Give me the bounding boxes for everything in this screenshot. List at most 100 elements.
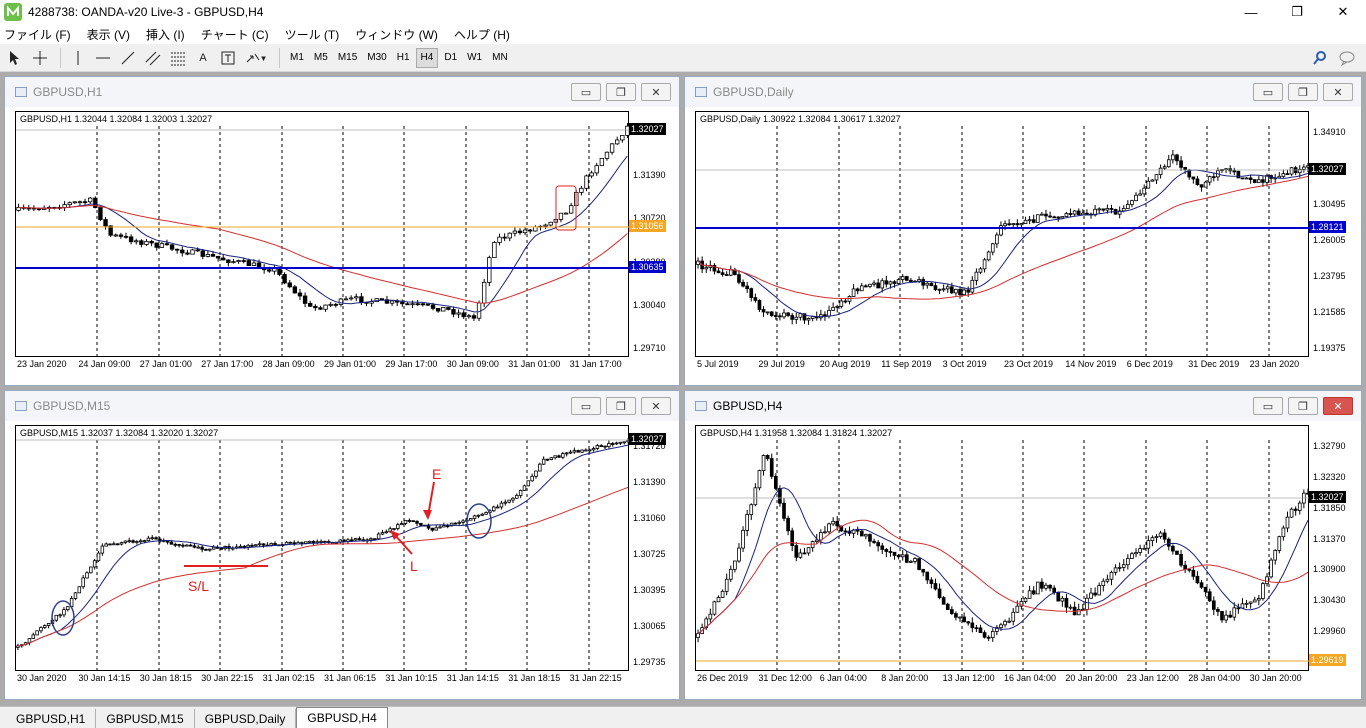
price-axis[interactable]: 1.317301.313901.307201.303801.300401.297… [629, 111, 679, 357]
time-label: 31 Jan 18:15 [508, 673, 561, 683]
chart-maximize-button[interactable]: ❐ [1288, 83, 1318, 101]
highlight-circle [466, 503, 492, 539]
price-axis[interactable]: 1.31720 1.31390 1.31060 1.30725 1.30395 1.300… [629, 425, 679, 671]
restore-button[interactable]: ❐ [1274, 0, 1320, 24]
candle-body [287, 282, 292, 288]
timeframe-mn[interactable]: MN [488, 48, 512, 68]
chart-maximize-button[interactable]: ❐ [606, 397, 636, 415]
vertical-line-icon[interactable] [67, 47, 89, 69]
horizontal-line-icon[interactable] [92, 47, 114, 69]
candle-body [925, 571, 930, 581]
timeframe-h4[interactable]: H4 [415, 47, 439, 68]
candle-body [620, 134, 625, 141]
minimize-button[interactable]: — [1228, 0, 1274, 24]
timeframe-m5[interactable]: M5 [310, 48, 332, 68]
candle-body [970, 622, 975, 629]
chart-canvas[interactable] [696, 112, 1310, 358]
candle-body [1179, 554, 1183, 566]
candle-body [958, 616, 962, 619]
menu-insert[interactable]: 挿入 (I) [146, 26, 185, 43]
tab-gbpusd-m15[interactable]: GBPUSD,M15 [96, 709, 195, 728]
timeframe-w1[interactable]: W1 [463, 48, 486, 68]
tab-gbpusd-h1[interactable]: GBPUSD,H1 [6, 709, 97, 728]
timeframe-h1[interactable]: H1 [393, 48, 414, 68]
candle-body [96, 552, 101, 562]
time-axis[interactable]: 23 Jan 2020 24 Jan 09:00 27 Jan 01:00 27 Ja… [15, 359, 629, 373]
candle-body [246, 544, 250, 548]
menu-help[interactable]: ヘルプ (H) [454, 26, 510, 43]
candle-body [420, 303, 425, 306]
candle-body [1175, 154, 1179, 162]
chart-minimize-button[interactable]: ▭ [571, 397, 601, 415]
chart-maximize-button[interactable]: ❐ [1288, 397, 1318, 415]
chart-canvas[interactable] [16, 112, 630, 358]
timeframe-m30[interactable]: M30 [363, 48, 390, 68]
menu-view[interactable]: 表示 (V) [87, 26, 130, 43]
menu-window[interactable]: ウィンドウ (W) [355, 26, 438, 43]
chart-canvas[interactable] [696, 426, 1310, 672]
price-chart-h4[interactable]: GBPUSD,H4 1.31958 1.32084 1.31824 1.3202… [695, 425, 1310, 672]
chart-minimize-button[interactable]: ▭ [1253, 397, 1283, 415]
chart-window-titlebar[interactable]: GBPUSD,M15 ▭ ❐ ✕ [5, 391, 679, 421]
menu-file[interactable]: ファイル (F) [4, 26, 71, 43]
candle-body [1199, 184, 1204, 188]
chart-minimize-button[interactable]: ▭ [571, 83, 601, 101]
fibonacci-icon[interactable] [167, 47, 189, 69]
chart-maximize-button[interactable]: ❐ [606, 83, 636, 101]
chat-icon[interactable] [1338, 48, 1358, 68]
search-icon[interactable] [1310, 48, 1330, 68]
price-chart-h1[interactable]: GBPUSD,H1 1.32044 1.32084 1.32003 1.3202… [15, 111, 630, 358]
candle-body [369, 538, 373, 541]
crosshair-icon[interactable] [29, 47, 51, 69]
chart-window-h1[interactable]: GBPUSD,H1 ▭ ❐ ✕ GBPUSD,H1 1.32044 1.3208… [4, 76, 680, 386]
chart-window-m15[interactable]: GBPUSD,M15 ▭ ❐ ✕ GBPUSD,M15 1.32037 1.32… [4, 390, 680, 700]
time-axis[interactable]: 26 Dec 2019 31 Dec 12:00 6 Jan 04:00 8 Jan … [695, 673, 1309, 687]
price-chart-m15[interactable]: GBPUSD,M15 1.32037 1.32084 1.32020 1.320… [15, 425, 630, 672]
label-icon[interactable] [217, 47, 239, 69]
text-tool-button[interactable]: A [192, 47, 214, 69]
price-axis[interactable]: 1.32790 1.32320 1.31850 1.31370 1.30900 1.304… [1309, 425, 1359, 671]
timeframe-m1[interactable]: M1 [286, 48, 308, 68]
time-axis[interactable]: 5 Jul 2019 29 Jul 2019 20 Aug 2019 11 Sep 2… [695, 359, 1309, 373]
tab-gbpusd-h4[interactable]: GBPUSD,H4 [296, 707, 388, 728]
candle-body [405, 303, 410, 306]
chart-close-button[interactable]: ✕ [1323, 397, 1353, 415]
candle-body [1027, 590, 1032, 599]
tab-gbpusd-daily[interactable]: GBPUSD,Daily [195, 709, 297, 728]
time-axis[interactable]: 30 Jan 2020 30 Jan 14:15 30 Jan 18:15 30 Ja… [15, 673, 629, 687]
timeframe-d1[interactable]: D1 [440, 48, 461, 68]
cursor-icon[interactable] [4, 47, 26, 69]
timeframe-m15[interactable]: M15 [334, 48, 361, 68]
chart-close-button[interactable]: ✕ [641, 397, 671, 415]
candle-body [39, 627, 43, 632]
price-chart-daily[interactable]: GBPUSD,Daily 1.30922 1.32084 1.30617 1.3… [695, 111, 1310, 358]
candle-body [1023, 597, 1028, 602]
menu-chart[interactable]: チャート (C) [201, 26, 269, 43]
chart-close-button[interactable]: ✕ [1323, 83, 1353, 101]
chart-window-daily[interactable]: GBPUSD,Daily ▭ ❐ ✕ GBPUSD,Daily 1.30922 … [684, 76, 1362, 386]
price-axis[interactable]: 1.349101.327001.304951.260051.237951.215… [1309, 111, 1359, 357]
chart-window-titlebar[interactable]: GBPUSD,H4 ▭ ❐ ✕ [685, 391, 1361, 421]
arrows-icon[interactable] [242, 47, 270, 69]
chart-icon [695, 401, 707, 411]
chart-close-button[interactable]: ✕ [641, 83, 671, 101]
candle-body [587, 449, 592, 452]
candle-body [859, 285, 864, 292]
price-label: 1.26005 [1313, 235, 1346, 245]
chart-window-h4[interactable]: GBPUSD,H4 ▭ ❐ ✕ GBPUSD,H4 1.31958 1.3208… [684, 390, 1362, 700]
channel-icon[interactable] [142, 47, 164, 69]
chart-window-title: GBPUSD,H4 [713, 399, 783, 413]
price-label: 1.30395 [633, 585, 666, 595]
close-button[interactable]: ✕ [1320, 0, 1366, 24]
time-label: 31 Jan 06:15 [324, 673, 377, 683]
chart-window-title: GBPUSD,M15 [33, 399, 111, 413]
time-label: 31 Jan 14:15 [446, 673, 499, 683]
trendline-icon[interactable] [117, 47, 139, 69]
chart-canvas[interactable] [16, 426, 630, 672]
menu-tools[interactable]: ツール (T) [285, 26, 340, 43]
chart-minimize-button[interactable]: ▭ [1253, 83, 1283, 101]
candle-body [319, 540, 323, 543]
chart-window-titlebar[interactable]: GBPUSD,H1 ▭ ❐ ✕ [5, 77, 679, 107]
chart-window-titlebar[interactable]: GBPUSD,Daily ▭ ❐ ✕ [685, 77, 1361, 107]
candle-body [231, 261, 236, 263]
